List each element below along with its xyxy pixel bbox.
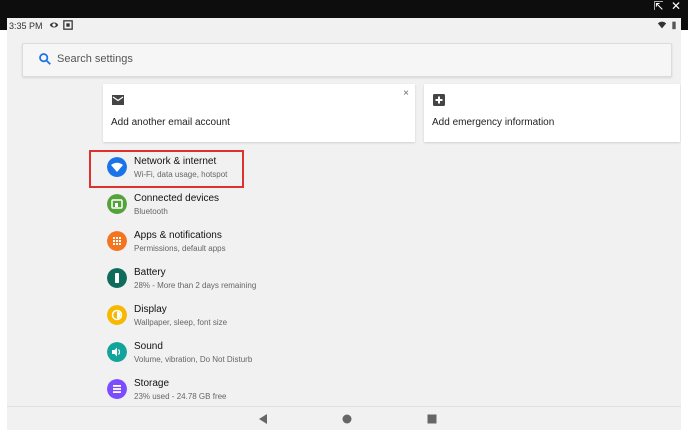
settings-item-battery[interactable]: Battery 28% - More than 2 days remaining [103,261,583,297]
storage-icon [107,379,127,399]
item-subtitle: Volume, vibration, Do Not Disturb [134,355,253,364]
item-subtitle: 28% - More than 2 days remaining [134,281,257,290]
item-title: Apps & notifications [134,230,222,241]
settings-item-sound[interactable]: Sound Volume, vibration, Do Not Disturb [103,335,583,371]
search-placeholder: Search settings [57,53,133,65]
search-bar[interactable]: Search settings [22,43,672,77]
back-icon[interactable] [257,413,269,425]
settings-item-connected-devices[interactable]: Connected devices Bluetooth [103,187,583,223]
battery-status-icon [672,21,676,30]
settings-item-display[interactable]: Display Wallpaper, sleep, font size [103,298,583,334]
volume-icon [107,342,127,362]
item-subtitle: 23% used - 24.78 GB free [134,392,227,401]
card-label: Add emergency information [432,117,555,128]
apps-icon [107,231,127,251]
window-open-icon[interactable]: ⇱ [654,0,664,12]
suggestion-card-emergency[interactable]: Add emergency information [424,84,680,142]
search-icon [39,53,51,65]
home-icon[interactable] [342,414,352,424]
window-controls: ⇱ ✕ [650,0,681,12]
battery-icon [107,268,127,288]
item-subtitle: Permissions, default apps [134,244,226,253]
dismiss-button[interactable]: × [403,88,409,99]
devices-icon [107,194,127,214]
recents-icon[interactable] [427,414,437,424]
status-time: 3:35 PM [9,21,43,31]
selection-highlight [89,150,244,188]
brightness-icon [107,305,127,325]
device-frame: ⇱ ✕ 3:35 PM Search settings × Add anothe… [0,0,688,446]
wifi-status-icon [657,21,667,29]
status-bar: 3:35 PM [7,18,681,34]
settings-item-storage[interactable]: Storage 23% used - 24.78 GB free [103,372,583,408]
settings-item-apps[interactable]: Apps & notifications Permissions, defaul… [103,224,583,260]
screenshot-icon [63,20,73,30]
plus-box-icon [433,94,445,106]
email-icon [112,95,124,105]
item-title: Connected devices [134,193,220,204]
suggestion-cards: × Add another email account Add emergenc… [103,84,680,146]
eye-icon [49,22,59,28]
item-subtitle: Wallpaper, sleep, font size [134,318,228,327]
item-subtitle: Bluetooth [134,207,168,216]
window-close-icon[interactable]: ✕ [671,0,681,12]
item-title: Storage [134,378,170,389]
card-label: Add another email account [111,117,230,128]
screen: 3:35 PM Search settings × Add another em… [7,18,681,430]
suggestion-card-email[interactable]: × Add another email account [103,84,415,142]
item-title: Sound [134,341,163,352]
item-title: Battery [134,267,166,278]
navigation-bar [7,406,681,430]
item-title: Display [134,304,167,315]
